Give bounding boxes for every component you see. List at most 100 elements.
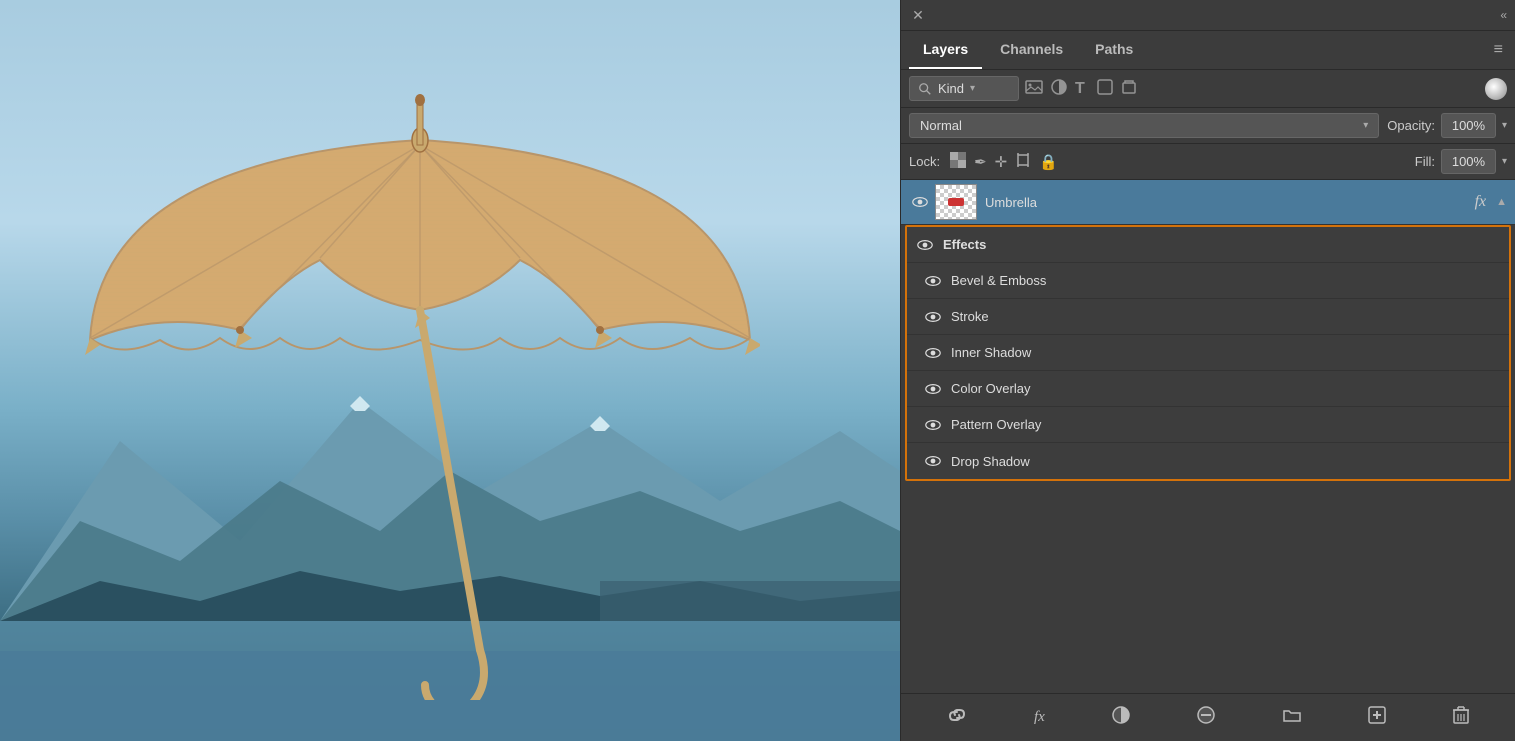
svg-text:T: T: [1075, 80, 1085, 95]
opacity-dropdown-arrow[interactable]: ▾: [1502, 120, 1507, 131]
layers-panel: ✕ « Layers Channels Paths ≡ Kind ▾: [900, 0, 1515, 741]
create-group-button[interactable]: [1277, 703, 1307, 732]
filter-adjustment-icon[interactable]: [1051, 79, 1067, 99]
blend-mode-dropdown[interactable]: Normal ▾: [909, 113, 1379, 138]
effects-visibility-icon[interactable]: [915, 235, 935, 255]
create-layer-button[interactable]: [1362, 702, 1392, 733]
effect-name-stroke: Stroke: [951, 309, 989, 324]
layers-list: Umbrella fx ▲ Effects: [901, 180, 1515, 693]
delete-layer-button[interactable]: [1447, 702, 1475, 733]
layer-row-umbrella[interactable]: Umbrella fx ▲: [901, 180, 1515, 225]
close-button[interactable]: ✕: [909, 6, 927, 24]
filter-kind-label: Kind: [938, 81, 964, 96]
tab-paths[interactable]: Paths: [1081, 31, 1147, 69]
effect-row-pattern-overlay[interactable]: Pattern Overlay: [907, 407, 1509, 443]
effect-name-pattern-overlay: Pattern Overlay: [951, 417, 1041, 432]
opacity-input[interactable]: 100%: [1441, 113, 1496, 138]
eye-icon: [925, 383, 941, 395]
blend-mode-value: Normal: [920, 118, 962, 133]
effect-name-inner-shadow: Inner Shadow: [951, 345, 1031, 360]
blend-row: Normal ▾ Opacity: 100% ▾: [901, 108, 1515, 144]
tabs-group: Layers Channels Paths: [909, 31, 1147, 69]
eye-icon: [925, 455, 941, 467]
filter-toggle[interactable]: [1485, 78, 1507, 100]
stroke-visibility-icon[interactable]: [923, 307, 943, 327]
effects-header-row[interactable]: Effects: [907, 227, 1509, 263]
add-layer-style-button[interactable]: fx: [1028, 705, 1051, 730]
eye-icon: [925, 275, 941, 287]
mask-icon: [1197, 706, 1215, 724]
panel-menu-button[interactable]: ≡: [1490, 37, 1507, 63]
color-overlay-visibility-icon[interactable]: [923, 379, 943, 399]
effect-row-inner-shadow[interactable]: Inner Shadow: [907, 335, 1509, 371]
fx-badge-umbrella[interactable]: fx: [1475, 193, 1487, 211]
panel-topbar: ✕ «: [901, 0, 1515, 31]
filter-image-icon[interactable]: [1025, 79, 1043, 99]
layer-name-umbrella: Umbrella: [985, 195, 1475, 210]
layer-thumbnail-umbrella: [935, 184, 977, 220]
panel-toolbar: fx: [901, 693, 1515, 741]
eye-icon: [925, 311, 941, 323]
layer-expand-umbrella[interactable]: ▲: [1496, 196, 1507, 208]
layer-visibility-umbrella[interactable]: [909, 191, 931, 213]
trash-icon: [1453, 706, 1469, 724]
folder-icon: [1283, 707, 1301, 723]
layers-empty-area: [901, 485, 1515, 515]
drop-shadow-visibility-icon[interactable]: [923, 451, 943, 471]
bevel-emboss-visibility-icon[interactable]: [923, 271, 943, 291]
effect-row-bevel-emboss[interactable]: Bevel & Emboss: [907, 263, 1509, 299]
filter-icons: T: [1025, 79, 1137, 99]
eye-icon: [917, 239, 933, 251]
effect-row-drop-shadow[interactable]: Drop Shadow: [907, 443, 1509, 479]
add-adjustment-layer-button[interactable]: [1106, 702, 1136, 733]
effect-name-color-overlay: Color Overlay: [951, 381, 1030, 396]
opacity-label: Opacity:: [1387, 118, 1435, 133]
lock-transparency-icon[interactable]: [950, 152, 966, 172]
effect-row-stroke[interactable]: Stroke: [907, 299, 1509, 335]
effect-row-color-overlay[interactable]: Color Overlay: [907, 371, 1509, 407]
lock-all-icon[interactable]: 🔒: [1039, 153, 1058, 171]
filter-type-icon[interactable]: T: [1075, 79, 1089, 99]
filter-smart-icon[interactable]: [1121, 79, 1137, 99]
effect-name-bevel-emboss: Bevel & Emboss: [951, 273, 1046, 288]
search-icon: [918, 82, 932, 96]
filter-dropdown-arrow: ▾: [970, 83, 975, 94]
filter-kind-dropdown[interactable]: Kind ▾: [909, 76, 1019, 101]
filter-shape-icon[interactable]: [1097, 79, 1113, 99]
panel-tabs: Layers Channels Paths ≡: [901, 31, 1515, 70]
add-mask-button[interactable]: [1191, 702, 1221, 733]
layers-panel-wrapper: ✕ « Layers Channels Paths ≡ Kind ▾: [900, 0, 1515, 741]
blend-dropdown-arrow: ▾: [1363, 120, 1368, 131]
new-layer-icon: [1368, 706, 1386, 724]
lock-icons: ✒ ✛ 🔒: [950, 152, 1058, 172]
effects-label: Effects: [943, 237, 986, 252]
thumbnail-content: [948, 198, 964, 206]
fill-input[interactable]: 100%: [1441, 149, 1496, 174]
eye-icon: [912, 196, 928, 208]
lock-artboard-icon[interactable]: [1015, 152, 1031, 172]
fill-label: Fill:: [1415, 154, 1435, 169]
lock-row: Lock: ✒ ✛: [901, 144, 1515, 180]
pattern-overlay-visibility-icon[interactable]: [923, 415, 943, 435]
eye-icon: [925, 347, 941, 359]
effects-group: Effects Bevel & Emboss: [905, 225, 1511, 481]
collapse-button[interactable]: «: [1500, 8, 1507, 22]
inner-shadow-visibility-icon[interactable]: [923, 343, 943, 363]
fx-toolbar-label: fx: [1034, 709, 1045, 725]
filter-row: Kind ▾: [901, 70, 1515, 108]
lock-position-icon[interactable]: ✛: [995, 153, 1008, 171]
tab-layers[interactable]: Layers: [909, 31, 982, 69]
canvas-area: [0, 0, 900, 741]
fill-group: Fill: 100% ▾: [1415, 149, 1507, 174]
adjustment-icon: [1112, 706, 1130, 724]
eye-icon: [925, 419, 941, 431]
opacity-group: Opacity: 100% ▾: [1387, 113, 1507, 138]
lock-pixels-icon[interactable]: ✒: [974, 153, 987, 171]
effect-name-drop-shadow: Drop Shadow: [951, 454, 1030, 469]
fill-dropdown-arrow[interactable]: ▾: [1502, 156, 1507, 167]
link-layers-button[interactable]: [941, 702, 973, 733]
link-icon: [947, 706, 967, 724]
tab-channels[interactable]: Channels: [986, 31, 1077, 69]
lock-label: Lock:: [909, 154, 940, 169]
umbrella: [80, 60, 760, 700]
